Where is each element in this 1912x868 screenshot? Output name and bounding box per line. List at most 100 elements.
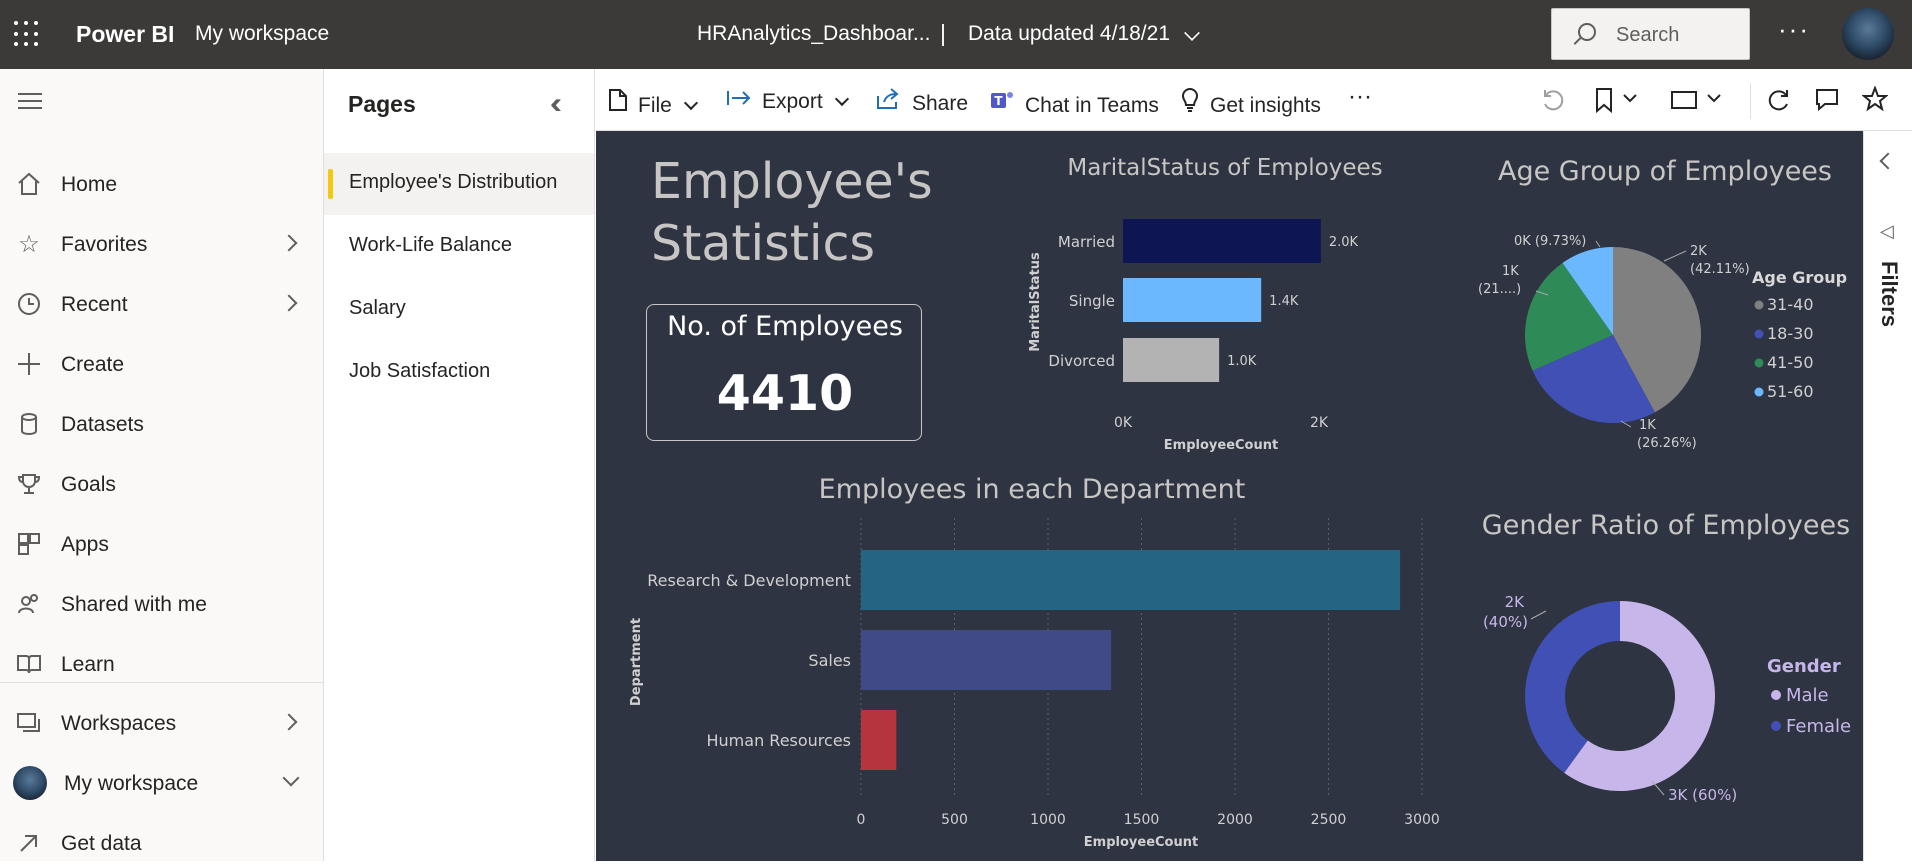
pages-header: Pages: [348, 91, 416, 117]
top-bar: Power BI My workspace HRAnalytics_Dashbo…: [0, 0, 1912, 69]
get-insights-button[interactable]: Get insights: [1180, 88, 1321, 118]
file-menu[interactable]: File: [608, 88, 698, 118]
more-options-icon[interactable]: ···: [1778, 14, 1810, 45]
legend-label: 31-40: [1767, 295, 1814, 314]
nav-item-goals[interactable]: Goals: [0, 461, 324, 509]
favorite-star-icon[interactable]: [1861, 85, 1889, 118]
left-navigation: Home ☆ Favorites Recent Create Datasets …: [0, 69, 324, 861]
bar: [1123, 338, 1220, 382]
page-tab-work-life-balance[interactable]: Work-Life Balance: [324, 216, 594, 278]
nav-item-label: Home: [61, 173, 118, 196]
data-label: 1K: [1502, 264, 1519, 279]
report-canvas: Employee's Statistics No. of Employees 4…: [596, 131, 1863, 861]
nav-item-shared[interactable]: Shared with me: [0, 581, 324, 629]
svg-text:T: T: [994, 94, 1003, 108]
nav-item-datasets[interactable]: Datasets: [0, 401, 324, 449]
leader-line: [1595, 240, 1601, 248]
data-label: 2.0K: [1329, 235, 1359, 250]
nav-item-label: Recent: [61, 293, 128, 316]
tick-label: 2500: [1311, 812, 1347, 828]
app-launcher-icon[interactable]: [14, 21, 40, 47]
tick-label: Married: [1058, 233, 1115, 251]
undo-icon[interactable]: [1540, 87, 1566, 119]
search-icon: [1578, 23, 1596, 41]
nav-item-workspaces[interactable]: Workspaces: [0, 700, 324, 748]
nav-item-my-workspace[interactable]: My workspace: [0, 760, 324, 808]
nav-item-label: Datasets: [61, 413, 144, 436]
export-menu[interactable]: Export: [726, 88, 849, 114]
file-label: File: [638, 94, 672, 117]
bookmark-icon[interactable]: [1592, 87, 1640, 119]
nav-item-label: Goals: [61, 473, 116, 496]
collapse-pane-icon[interactable]: ‹‹: [550, 87, 562, 121]
insights-label: Get insights: [1210, 94, 1321, 117]
page-tab-label: Job Satisfaction: [349, 360, 491, 382]
chart-title: Gender Ratio of Employees: [1482, 510, 1850, 541]
nav-item-label: My workspace: [64, 772, 199, 795]
legend-label: Male: [1786, 685, 1829, 706]
legend-title: Gender: [1767, 656, 1841, 677]
search-input[interactable]: Search: [1551, 8, 1750, 60]
legend-marker: [1754, 387, 1764, 397]
view-icon[interactable]: [1670, 87, 1726, 119]
tick-label: Single: [1069, 292, 1115, 310]
tick-label: Sales: [808, 651, 851, 670]
comment-icon[interactable]: [1814, 87, 1840, 119]
more-options-icon[interactable]: ···: [1348, 83, 1372, 111]
legend-marker: [1754, 300, 1764, 310]
chevron-right-icon[interactable]: [280, 713, 298, 731]
legend-marker: [1771, 690, 1781, 700]
data-updated-label[interactable]: Data updated 4/18/21: [968, 22, 1170, 46]
page-tab-job-satisfaction[interactable]: Job Satisfaction: [324, 342, 594, 404]
export-label: Export: [762, 90, 823, 113]
legend-marker: [1771, 721, 1781, 731]
nav-item-home[interactable]: Home: [0, 161, 324, 209]
nav-item-create[interactable]: Create: [0, 341, 324, 389]
chat-in-teams-button[interactable]: T Chat in Teams: [989, 88, 1159, 118]
report-title[interactable]: HRAnalytics_Dashboar...: [697, 22, 930, 46]
avatar[interactable]: [1842, 8, 1894, 60]
chart-title: Age Group of Employees: [1498, 156, 1832, 187]
legend-label: 18-30: [1767, 324, 1814, 343]
brand-name[interactable]: Power BI: [76, 21, 174, 48]
page-tab-label: Employee's Distribution: [349, 171, 558, 193]
arrow-up-right-icon: [15, 830, 43, 858]
data-label: (26.26%): [1637, 436, 1697, 451]
chevron-down-icon[interactable]: [282, 769, 300, 787]
chevron-right-icon[interactable]: [280, 234, 298, 252]
page-tab-salary[interactable]: Salary: [324, 279, 594, 341]
leader-line: [1530, 610, 1547, 620]
axis-title: MaritalStatus: [1028, 252, 1043, 352]
chart-title: Employees in each Department: [819, 474, 1246, 505]
nav-item-label: Create: [61, 353, 125, 376]
tick-label: Human Resources: [707, 731, 852, 750]
toolbar-divider: [1750, 83, 1751, 119]
plus-icon: [15, 351, 43, 379]
data-label: 1.0K: [1227, 354, 1257, 369]
leader-line: [1663, 250, 1687, 262]
workspace-link[interactable]: My workspace: [195, 22, 329, 46]
nav-item-apps[interactable]: Apps: [0, 521, 324, 569]
hamburger-menu-icon[interactable]: [18, 93, 42, 114]
trophy-icon: [15, 471, 43, 499]
chevron-down-icon[interactable]: [1184, 25, 1200, 41]
refresh-icon[interactable]: [1766, 87, 1792, 119]
avatar: [13, 766, 47, 800]
bar: [861, 710, 897, 770]
tick-label: 1500: [1124, 812, 1160, 828]
expand-filters-icon[interactable]: [1879, 152, 1897, 170]
nav-item-favorites[interactable]: ☆ Favorites: [0, 221, 324, 269]
lightbulb-icon: [1180, 88, 1200, 118]
page-tab-label: Salary: [349, 297, 406, 319]
chevron-right-icon[interactable]: [280, 294, 298, 312]
nav-item-label: Learn: [61, 653, 115, 676]
chevron-down-icon: [834, 91, 849, 107]
nav-item-recent[interactable]: Recent: [0, 281, 324, 329]
filters-pane[interactable]: ◁ Filters: [1863, 131, 1912, 861]
page-tab-employees-distribution[interactable]: Employee's Distribution: [324, 153, 594, 215]
share-button[interactable]: Share: [876, 88, 968, 116]
donut-slice: [1525, 601, 1620, 773]
chart-title: MaritalStatus of Employees: [1067, 155, 1382, 181]
tick-label: 3000: [1404, 812, 1440, 828]
nav-item-label: Get data: [61, 832, 142, 855]
